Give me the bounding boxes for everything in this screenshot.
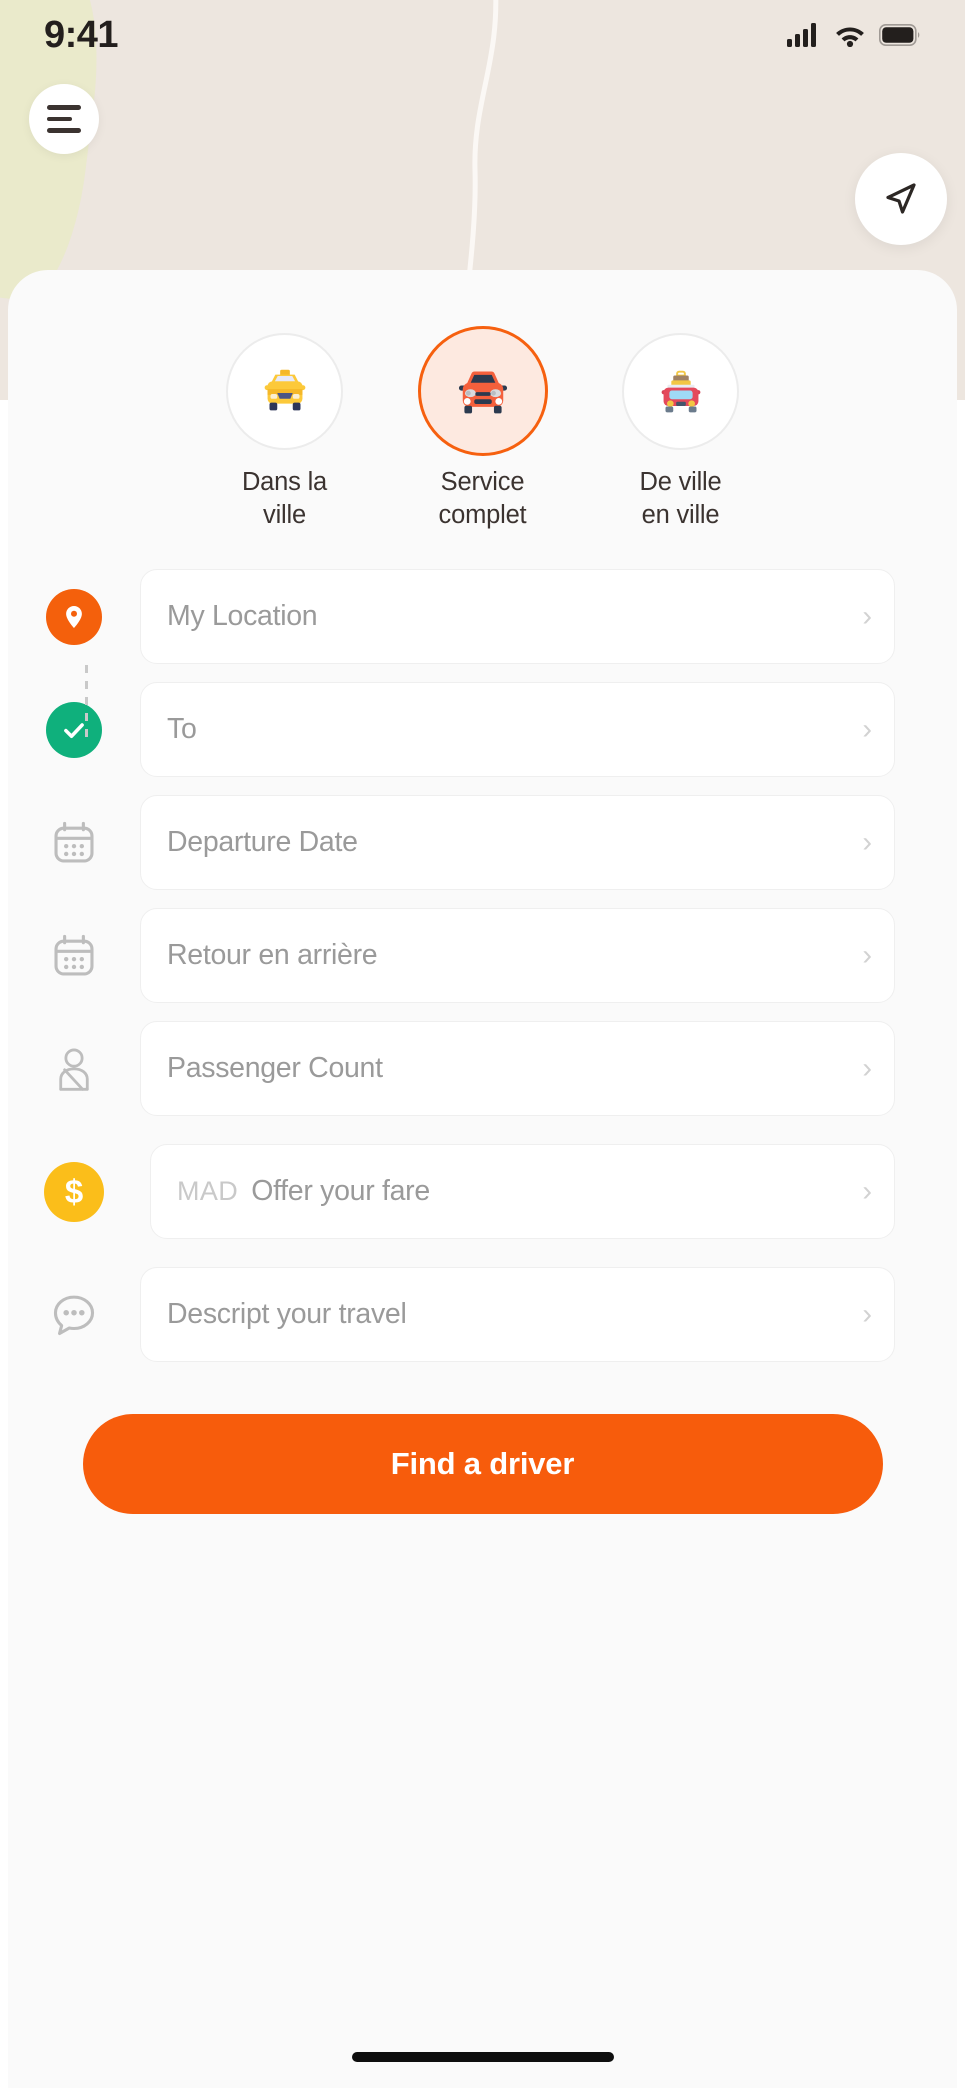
offer-fare-placeholder: Offer your fare <box>251 1175 430 1208</box>
vehicle-type-label: Dans la ville <box>242 466 327 531</box>
taxi-icon <box>264 369 305 410</box>
find-a-driver-button[interactable]: Find a driver <box>82 1414 883 1515</box>
offer-fare-input[interactable]: MAD Offer your fare › <box>150 1144 895 1240</box>
return-date-placeholder: Retour en arrière <box>167 939 378 972</box>
return-date-input[interactable]: Retour en arrière › <box>140 908 895 1004</box>
status-time: 9:41 <box>44 13 119 56</box>
departure-date-icon-slot <box>8 818 140 868</box>
vehicle-label-line1: Dans la <box>241 468 328 496</box>
chevron-right-icon: › <box>862 1052 872 1085</box>
status-icons-group <box>787 23 921 47</box>
my-location-input[interactable]: My Location › <box>140 569 895 665</box>
car-icon <box>458 371 507 414</box>
form-row-to: To › <box>8 682 957 778</box>
menu-button[interactable] <box>29 84 99 154</box>
vehicle-type-service-complet[interactable]: Service complet <box>403 326 563 531</box>
offer-fare-icon-slot: $ <box>8 1161 140 1222</box>
trip-form: My Location › To › Departure Date › Reto… <box>8 569 957 1363</box>
passenger-count-input[interactable]: Passenger Count › <box>140 1021 895 1117</box>
vehicle-label-line2: en ville <box>641 500 720 529</box>
vehicle-label-line1: Service <box>440 468 525 496</box>
vehicle-label-line2: complet <box>438 500 527 529</box>
form-row-passenger-count: Passenger Count › <box>8 1021 957 1117</box>
check-circle-icon <box>46 701 102 758</box>
to-input[interactable]: To › <box>140 682 895 778</box>
vehicle-type-label: Service complet <box>439 466 527 531</box>
chat-bubble-icon <box>53 1295 95 1335</box>
passenger-icon <box>59 1048 89 1091</box>
calendar-icon <box>54 821 94 863</box>
my-location-icon-slot <box>8 588 140 645</box>
departure-date-placeholder: Departure Date <box>167 826 358 859</box>
chevron-right-icon: › <box>862 713 872 746</box>
status-bar: 9:41 <box>0 0 965 70</box>
menu-icon-bar-top <box>47 105 81 110</box>
vehicle-icon-wrap <box>417 326 548 456</box>
vehicle-type-dans-la-ville[interactable]: Dans la ville <box>205 333 365 531</box>
menu-icon-bar-mid <box>47 116 72 122</box>
describe-travel-icon-slot <box>8 1289 140 1341</box>
to-placeholder: To <box>167 713 197 746</box>
dollar-circle-icon: $ <box>44 1161 104 1222</box>
chevron-right-icon: › <box>862 826 872 859</box>
home-indicator <box>351 2052 614 2062</box>
form-row-return-date: Retour en arrière › <box>8 908 957 1004</box>
vehicle-type-label: De ville en ville <box>639 466 721 531</box>
describe-travel-placeholder: Descript your travel <box>167 1298 407 1331</box>
describe-travel-input[interactable]: Descript your travel › <box>140 1267 895 1363</box>
form-row-my-location: My Location › <box>8 569 957 665</box>
menu-icon-bar-bot <box>47 128 81 133</box>
vehicle-icon-wrap <box>622 333 739 450</box>
vehicle-type-selector: Dans la ville Service complet De ville e… <box>8 270 957 531</box>
form-row-offer-fare: $ MAD Offer your fare › <box>8 1144 957 1240</box>
vehicle-label-line1: De ville <box>639 468 722 496</box>
cta-container: Find a driver <box>8 1414 957 1515</box>
wifi-icon <box>836 27 864 47</box>
vehicle-type-de-ville-en-ville[interactable]: De ville en ville <box>601 333 761 531</box>
fare-currency-label: MAD <box>177 1176 239 1207</box>
form-row-departure-date: Departure Date › <box>8 795 957 891</box>
departure-date-input[interactable]: Departure Date › <box>140 795 895 891</box>
booking-sheet: Dans la ville Service complet De ville e… <box>8 270 957 2088</box>
car-luggage-icon <box>661 370 700 412</box>
chevron-right-icon: › <box>862 1298 872 1331</box>
return-date-icon-slot <box>8 931 140 981</box>
calendar-icon <box>54 934 94 976</box>
vehicle-label-line2: ville <box>263 500 306 529</box>
chevron-right-icon: › <box>862 1175 872 1208</box>
vehicle-icon-wrap <box>226 333 343 450</box>
passenger-count-icon-slot <box>8 1044 140 1094</box>
chevron-right-icon: › <box>862 939 872 972</box>
my-location-placeholder: My Location <box>167 600 318 633</box>
chevron-right-icon: › <box>862 600 872 633</box>
route-dotted-connector <box>85 665 88 744</box>
passenger-count-placeholder: Passenger Count <box>167 1052 383 1085</box>
form-row-describe-travel: Descript your travel › <box>8 1267 957 1363</box>
cellular-signal-icon <box>787 23 816 47</box>
navigation-arrow-icon <box>886 183 916 214</box>
locate-me-button[interactable] <box>855 153 947 245</box>
location-pin-icon <box>46 588 102 645</box>
battery-icon <box>879 24 920 46</box>
to-icon-slot <box>8 701 140 758</box>
